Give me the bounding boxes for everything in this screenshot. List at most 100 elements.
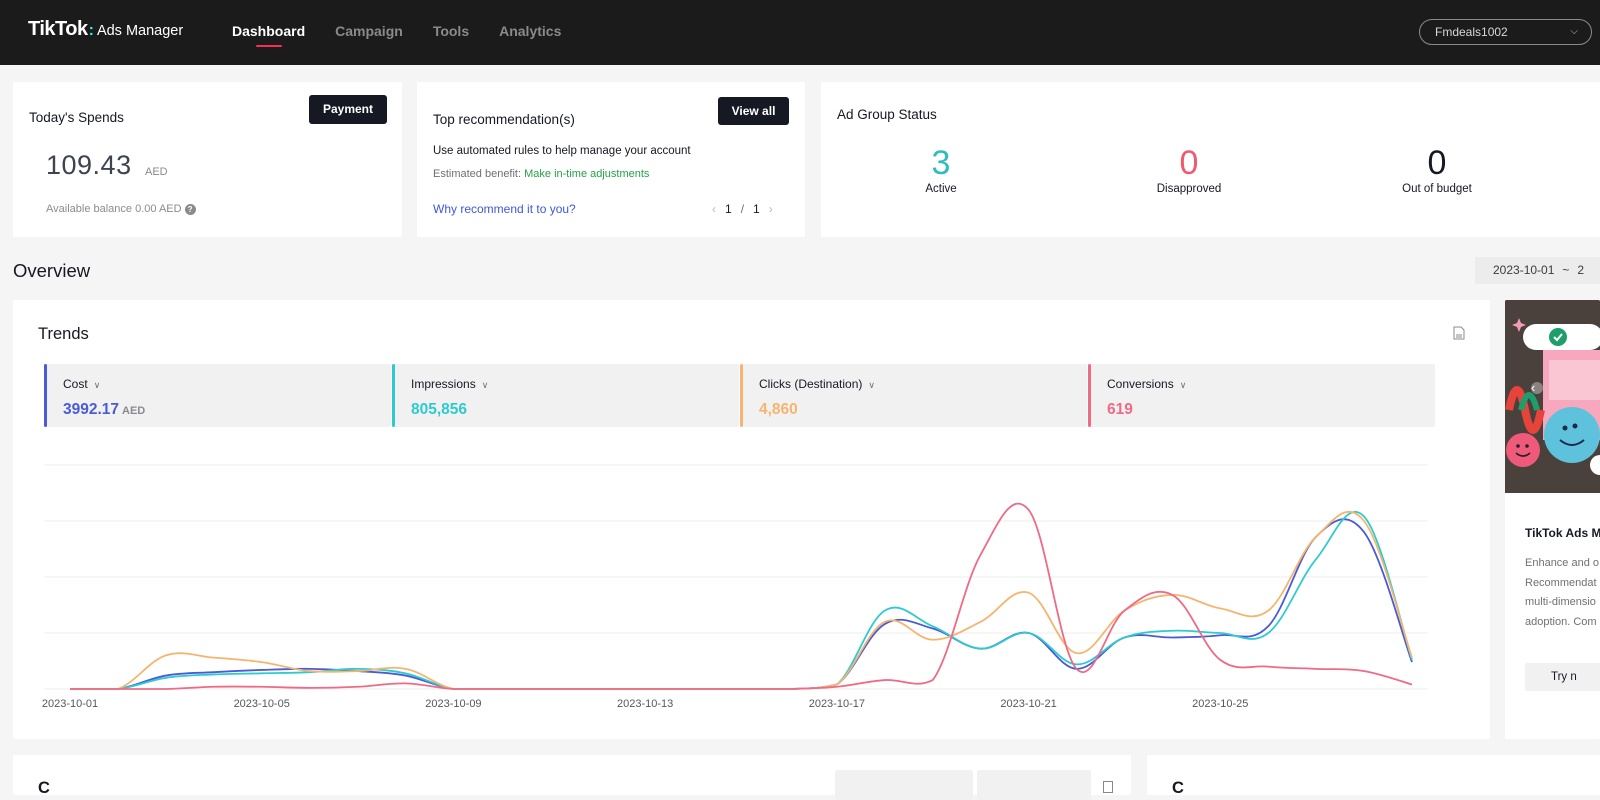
- metric-value-text: 619: [1107, 401, 1133, 418]
- section-title: C: [38, 779, 50, 797]
- chevron-down-icon[interactable]: ∨: [94, 380, 101, 390]
- series-line-clicks-destination: [70, 510, 1413, 690]
- carousel-prev-button[interactable]: ‹: [1531, 380, 1535, 395]
- stat-value: 0: [1427, 144, 1447, 182]
- metric-card-conversions[interactable]: Conversions ∨ 619: [1088, 364, 1435, 427]
- section-title: C: [1172, 779, 1184, 797]
- x-tick-label: 2023-10-25: [1192, 698, 1248, 710]
- main-nav: Dashboard Campaign Tools Analytics: [232, 0, 591, 65]
- custom-columns-button[interactable]: [835, 770, 973, 800]
- export-file-icon[interactable]: [1103, 781, 1113, 793]
- benefit-link[interactable]: Make in-time adjustments: [524, 168, 649, 180]
- view-all-button[interactable]: View all: [718, 97, 789, 125]
- nav-dashboard[interactable]: Dashboard: [232, 0, 305, 65]
- chart-grid: [44, 464, 1428, 690]
- nav-tools[interactable]: Tools: [433, 0, 469, 65]
- stat-disapproved[interactable]: 0 Disapproved: [1114, 143, 1264, 195]
- date-start: 2023-10-01: [1493, 263, 1555, 277]
- promo-body: Enhance and o Recommendat multi-dimensio…: [1525, 554, 1599, 632]
- metric-value: 3992.17 AED: [63, 401, 145, 419]
- date-range-picker[interactable]: 2023-10-01 ~2: [1475, 257, 1600, 284]
- chevron-right-icon[interactable]: ›: [769, 202, 773, 216]
- account-selector[interactable]: Fmdeals1002 ⌵: [1419, 19, 1592, 45]
- chevron-down-icon[interactable]: ∨: [1180, 380, 1187, 390]
- card-title: Today's Spends: [29, 110, 124, 125]
- secondary-section-card: C: [1147, 755, 1600, 797]
- recommendation-description: Use automated rules to help manage your …: [433, 145, 691, 157]
- promo-illustration: [1505, 300, 1600, 493]
- promo-try-button[interactable]: Try n: [1525, 663, 1600, 691]
- chart-lines: [70, 502, 1413, 690]
- x-tick-label: 2023-10-13: [617, 698, 673, 710]
- export-file-icon[interactable]: [1453, 326, 1465, 340]
- metric-value: 619: [1107, 401, 1133, 419]
- stat-out-of-budget[interactable]: 0 Out of budget: [1362, 143, 1512, 195]
- tiktok-ads-manager-logo[interactable]: TikTok : Ads Manager: [28, 18, 183, 41]
- account-name: Fmdeals1002: [1435, 25, 1508, 39]
- chevron-down-icon: ⌵: [1570, 26, 1578, 37]
- stat-value: 3: [931, 144, 951, 182]
- chevron-left-icon[interactable]: ‹: [712, 202, 716, 216]
- promo-card: ‹ TikTok Ads M Enhance and o Recommendat…: [1505, 300, 1600, 739]
- question-circle-icon[interactable]: ?: [184, 203, 196, 215]
- stat-active[interactable]: 3 Active: [866, 143, 1016, 195]
- stat-label: Disapproved: [1156, 183, 1222, 195]
- page-current: 1: [725, 202, 732, 216]
- metric-card-impressions[interactable]: Impressions ∨ 805,856: [392, 364, 739, 427]
- promo-body-line: multi-dimensio: [1525, 596, 1596, 608]
- x-tick-label: 2023-10-21: [1000, 698, 1056, 710]
- metric-value-text: 4,860: [759, 401, 798, 418]
- promo-title: TikTok Ads M: [1525, 526, 1600, 540]
- todays-spends-card: Today's Spends Payment 109.43 AED Availa…: [13, 82, 402, 237]
- promo-body-line: Enhance and o: [1525, 557, 1600, 569]
- metric-card-cost[interactable]: Cost ∨ 3992.17 AED: [44, 364, 391, 427]
- available-balance: Available balance 0.00 AED?: [46, 203, 196, 215]
- page-total: 1: [753, 202, 760, 216]
- trends-card: 2023-10-01 2023-10-05 2023-10-09 2023-10-13…: [13, 300, 1490, 739]
- chevron-down-icon[interactable]: ∨: [868, 380, 875, 390]
- chevron-down-icon[interactable]: ∨: [482, 380, 489, 390]
- balance-text: Available balance 0.00 AED: [46, 203, 182, 215]
- promo-body-line: Recommendat: [1525, 576, 1597, 589]
- stat-label: Out of budget: [1402, 183, 1472, 195]
- card-title: Top recommendation(s): [433, 112, 575, 127]
- pagination-control[interactable]: [977, 770, 1091, 800]
- overview-title: Overview: [13, 260, 91, 281]
- metric-value: 805,856: [411, 401, 467, 419]
- x-tick-label: 2023-10-01: [42, 698, 98, 710]
- metric-label: Conversions ∨: [1107, 377, 1186, 391]
- estimated-benefit: Estimated benefit: Make in-time adjustme…: [433, 168, 649, 180]
- metric-label: Impressions ∨: [411, 377, 488, 391]
- spend-amount: 109.43: [46, 150, 132, 180]
- metric-value-text: 3992.17: [63, 401, 120, 418]
- metric-label-text: Impressions: [411, 377, 476, 391]
- x-tick-label: 2023-10-05: [234, 698, 290, 710]
- x-tick-label: 2023-10-17: [809, 698, 865, 710]
- metric-label-text: Cost: [63, 377, 88, 391]
- payment-button[interactable]: Payment: [309, 95, 387, 124]
- date-separator: ~: [1562, 263, 1570, 277]
- logo-separator: :: [88, 22, 94, 39]
- metric-value-text: 805,856: [411, 401, 468, 418]
- campaign-section-card: C: [13, 755, 1131, 800]
- nav-analytics[interactable]: Analytics: [499, 0, 561, 65]
- metric-unit: AED: [122, 405, 146, 417]
- metric-card-clicks[interactable]: Clicks (Destination) ∨ 4,860: [740, 364, 1087, 427]
- x-tick-label: 2023-10-09: [425, 698, 481, 710]
- promo-body-line: adoption. Com: [1525, 615, 1597, 628]
- metric-label-text: Clicks (Destination): [759, 377, 863, 391]
- card-title: Ad Group Status: [837, 107, 937, 122]
- nav-campaign[interactable]: Campaign: [335, 0, 403, 65]
- series-line-conversions: [70, 502, 1413, 690]
- stat-label: Active: [925, 183, 957, 195]
- logo-product: Ads Manager: [96, 23, 184, 39]
- stat-value: 0: [1179, 144, 1199, 182]
- date-end: 2: [1577, 263, 1585, 277]
- why-recommend-link[interactable]: Why recommend it to you?: [433, 202, 576, 216]
- metric-label: Clicks (Destination) ∨: [759, 377, 875, 391]
- trends-title: Trends: [38, 325, 89, 343]
- logo-brand: TikTok: [28, 18, 88, 40]
- page-separator: /: [740, 202, 745, 216]
- top-navigation-bar: TikTok : Ads Manager Dashboard Campaign …: [0, 0, 1600, 65]
- top-recommendation-card: Top recommendation(s) View all Use autom…: [417, 82, 805, 237]
